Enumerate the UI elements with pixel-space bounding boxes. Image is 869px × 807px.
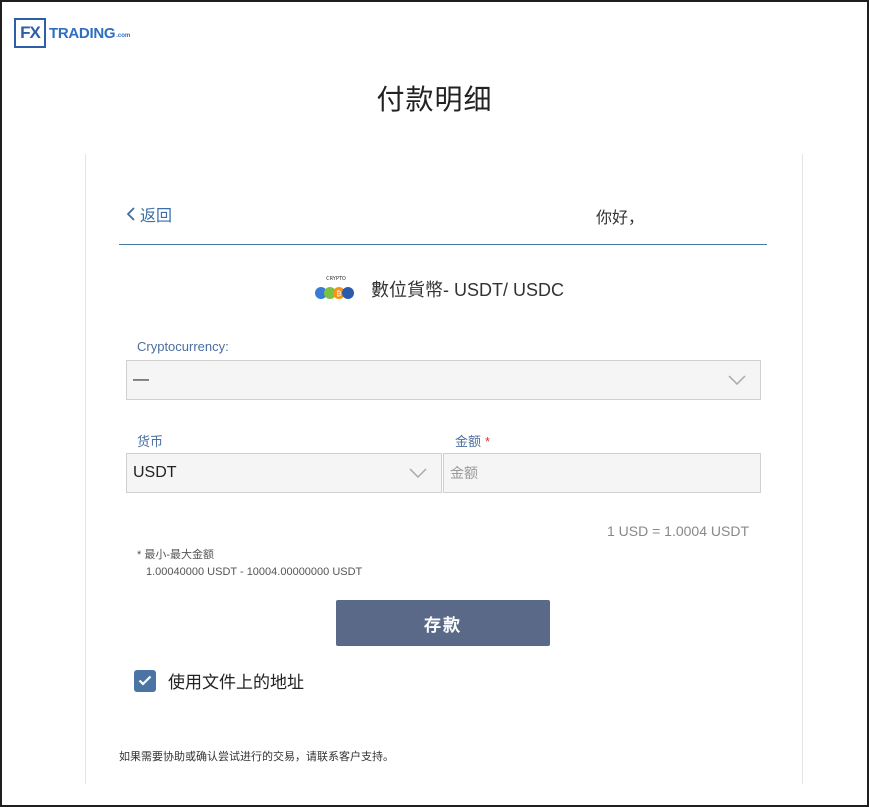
- back-button[interactable]: 返回: [126, 202, 172, 226]
- min-max-label-text: * 最小-最大金额: [137, 549, 214, 561]
- currency-label: 货币: [137, 434, 164, 449]
- use-address-label: 使用文件上的地址: [168, 673, 304, 692]
- exchange-rate: 1 USD = 1.0004 USDT: [606, 523, 749, 539]
- greeting-text: 你好，: [596, 210, 645, 227]
- currency-select[interactable]: USDT: [126, 453, 442, 493]
- amount-label: 金额 *: [455, 431, 490, 450]
- logo-suffix: .com: [116, 33, 131, 39]
- back-label: 返回: [140, 208, 173, 225]
- payment-method: CRYPTO ₿ 數位貨幣- USDT/ USDC: [313, 274, 564, 304]
- min-max-value: 1.00040000 USDT - 10004.00000000 USDT: [146, 566, 363, 578]
- amount-input[interactable]: 金额: [443, 453, 761, 493]
- svg-text:₿: ₿: [336, 290, 341, 298]
- chevron-down-icon: [409, 468, 427, 478]
- logo-text: TRADING: [49, 24, 116, 42]
- use-address-toggle[interactable]: 使用文件上的地址: [134, 668, 304, 693]
- brand-logo[interactable]: FX TRADING .com: [14, 18, 130, 48]
- min-max-label: * 最小-最大金额: [137, 546, 214, 562]
- crypto-coins-icon: CRYPTO ₿: [313, 274, 359, 304]
- payment-method-label: 數位貨幣- USDT/ USDC: [371, 280, 564, 300]
- cryptocurrency-value: —: [133, 371, 149, 388]
- svg-text:CRYPTO: CRYPTO: [326, 276, 346, 282]
- currency-value: USDT: [133, 464, 177, 481]
- amount-label-text: 金额: [455, 434, 482, 449]
- chevron-left-icon: [126, 207, 135, 221]
- chevron-down-icon: [728, 375, 746, 385]
- logo-mark: FX: [14, 18, 46, 48]
- checkbox-checked-icon[interactable]: [134, 669, 156, 692]
- support-note: 如果需要协助或确认尝试进行的交易，请联系客户支持。: [119, 751, 394, 763]
- page-title: 付款明细: [376, 84, 493, 115]
- required-mark: *: [485, 434, 491, 449]
- deposit-button[interactable]: 存款: [336, 600, 550, 646]
- cryptocurrency-select[interactable]: —: [126, 360, 761, 400]
- header-divider: [119, 244, 767, 245]
- crypto-label: Cryptocurrency:: [137, 339, 229, 354]
